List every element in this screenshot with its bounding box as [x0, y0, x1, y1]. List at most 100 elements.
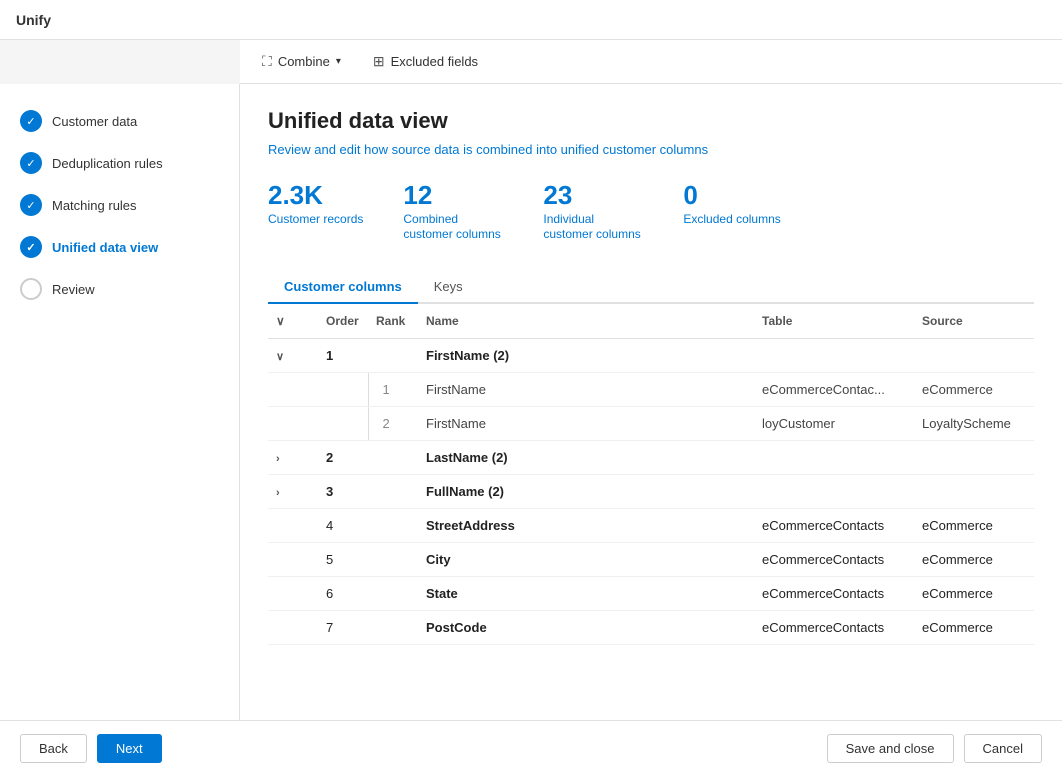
combine-label: Combine	[278, 54, 330, 69]
row-order-cell	[318, 406, 368, 440]
sidebar-item-label-deduplication-rules: Deduplication rules	[52, 156, 163, 171]
excluded-fields-button[interactable]: ⊞ Excluded fields	[367, 49, 484, 74]
table-row: 2 FirstName loyCustomer LoyaltyScheme	[268, 406, 1034, 440]
row-table-cell: loyCustomer	[754, 406, 914, 440]
table-row: › 2 LastName (2)	[268, 440, 1034, 474]
app-title: Unify	[16, 12, 51, 28]
table-row: 5 City eCommerceContacts eCommerce	[268, 542, 1034, 576]
row-source-cell	[914, 338, 1034, 372]
row-rank-cell	[368, 610, 418, 644]
step-circle-deduplication-rules: ✓	[20, 152, 42, 174]
row-name-cell: FirstName (2)	[418, 338, 754, 372]
row-rank-cell	[368, 338, 418, 372]
row-table-cell: eCommerceContacts	[754, 576, 914, 610]
row-expand-cell[interactable]: ›	[268, 440, 318, 474]
stat-combined-columns: 12 Combined customer columns	[403, 181, 503, 243]
expand-icon[interactable]: ›	[276, 453, 280, 465]
row-name-cell: FullName (2)	[418, 474, 754, 508]
row-source-cell: eCommerce	[914, 372, 1034, 406]
row-rank-cell: 2	[368, 406, 418, 440]
sidebar-item-deduplication-rules[interactable]: ✓ Deduplication rules	[0, 142, 239, 184]
excluded-fields-icon: ⊞	[373, 53, 385, 70]
step-circle-review	[20, 278, 42, 300]
row-rank-cell	[368, 474, 418, 508]
content-area: Unified data view Review and edit how so…	[240, 84, 1062, 776]
footer-bar: Back Next Save and close Cancel	[0, 720, 1062, 776]
table-row: ∨ 1 FirstName (2)	[268, 338, 1034, 372]
row-order-cell: 4	[318, 508, 368, 542]
row-expand-cell[interactable]: ›	[268, 474, 318, 508]
row-source-cell: eCommerce	[914, 508, 1034, 542]
excluded-fields-label: Excluded fields	[391, 54, 478, 69]
th-order[interactable]: Order	[318, 304, 368, 339]
sidebar-item-review[interactable]: Review	[0, 268, 239, 310]
row-order-cell: 1	[318, 338, 368, 372]
combine-button[interactable]: ⛶ Combine ▾	[256, 49, 347, 74]
stat-number-customer-records: 2.3K	[268, 181, 323, 210]
table-row: 7 PostCode eCommerceContacts eCommerce	[268, 610, 1034, 644]
stat-label-customer-records: Customer records	[268, 212, 363, 228]
row-source-cell	[914, 474, 1034, 508]
cancel-button[interactable]: Cancel	[964, 734, 1042, 763]
tab-customer-columns[interactable]: Customer columns	[268, 271, 418, 304]
th-expand: ∨	[268, 304, 318, 339]
row-expand-cell	[268, 610, 318, 644]
th-source[interactable]: Source	[914, 304, 1034, 339]
back-button[interactable]: Back	[20, 734, 87, 763]
row-table-cell	[754, 338, 914, 372]
data-table: ∨ Order Rank Name Table Source	[268, 304, 1034, 645]
toolbar: ⛶ Combine ▾ ⊞ Excluded fields	[240, 40, 1062, 84]
save-close-button[interactable]: Save and close	[827, 734, 954, 763]
row-table-cell: eCommerceContac...	[754, 372, 914, 406]
row-name-cell: FirstName	[418, 372, 754, 406]
row-source-cell: eCommerce	[914, 576, 1034, 610]
table-header-row: ∨ Order Rank Name Table Source	[268, 304, 1034, 339]
row-order-cell	[318, 372, 368, 406]
row-table-cell: eCommerceContacts	[754, 610, 914, 644]
row-name-cell: LastName (2)	[418, 440, 754, 474]
row-order-cell: 7	[318, 610, 368, 644]
row-order-cell: 2	[318, 440, 368, 474]
row-expand-cell[interactable]: ∨	[268, 338, 318, 372]
stat-label-individual-columns: Individual customer columns	[543, 212, 643, 243]
row-source-cell	[914, 440, 1034, 474]
row-source-cell: eCommerce	[914, 542, 1034, 576]
stat-number-excluded-columns: 0	[683, 181, 697, 210]
th-table[interactable]: Table	[754, 304, 914, 339]
sidebar-item-label-review: Review	[52, 282, 95, 297]
row-expand-cell	[268, 542, 318, 576]
step-circle-customer-data: ✓	[20, 110, 42, 132]
expand-icon[interactable]: ›	[276, 487, 280, 499]
sidebar-item-label-customer-data: Customer data	[52, 114, 137, 129]
stat-customer-records: 2.3K Customer records	[268, 181, 363, 243]
stat-label-excluded-columns: Excluded columns	[683, 212, 780, 228]
th-rank[interactable]: Rank	[368, 304, 418, 339]
step-circle-unified-data-view: ✓	[20, 236, 42, 258]
tab-keys[interactable]: Keys	[418, 271, 479, 304]
row-order-cell: 6	[318, 576, 368, 610]
row-source-cell: LoyaltyScheme	[914, 406, 1034, 440]
sort-icon[interactable]: ∨	[276, 314, 285, 328]
row-table-cell	[754, 440, 914, 474]
row-order-cell: 5	[318, 542, 368, 576]
sidebar-item-customer-data[interactable]: ✓ Customer data	[0, 100, 239, 142]
combine-icon: ⛶	[262, 53, 272, 70]
table-row: 6 State eCommerceContacts eCommerce	[268, 576, 1034, 610]
row-rank-cell	[368, 440, 418, 474]
sidebar-item-label-unified-data-view: Unified data view	[52, 240, 158, 255]
row-rank-cell: 1	[368, 372, 418, 406]
sidebar-item-unified-data-view[interactable]: ✓ Unified data view	[0, 226, 239, 268]
next-button[interactable]: Next	[97, 734, 162, 763]
stat-number-individual-columns: 23	[543, 181, 572, 210]
sidebar-item-matching-rules[interactable]: ✓ Matching rules	[0, 184, 239, 226]
step-circle-matching-rules: ✓	[20, 194, 42, 216]
row-rank-cell	[368, 508, 418, 542]
row-expand-cell	[268, 576, 318, 610]
table-row: › 3 FullName (2)	[268, 474, 1034, 508]
row-name-cell: State	[418, 576, 754, 610]
app-title-bar: Unify	[0, 0, 1062, 40]
collapse-icon[interactable]: ∨	[276, 351, 284, 363]
th-name[interactable]: Name	[418, 304, 754, 339]
row-table-cell	[754, 474, 914, 508]
stat-individual-columns: 23 Individual customer columns	[543, 181, 643, 243]
